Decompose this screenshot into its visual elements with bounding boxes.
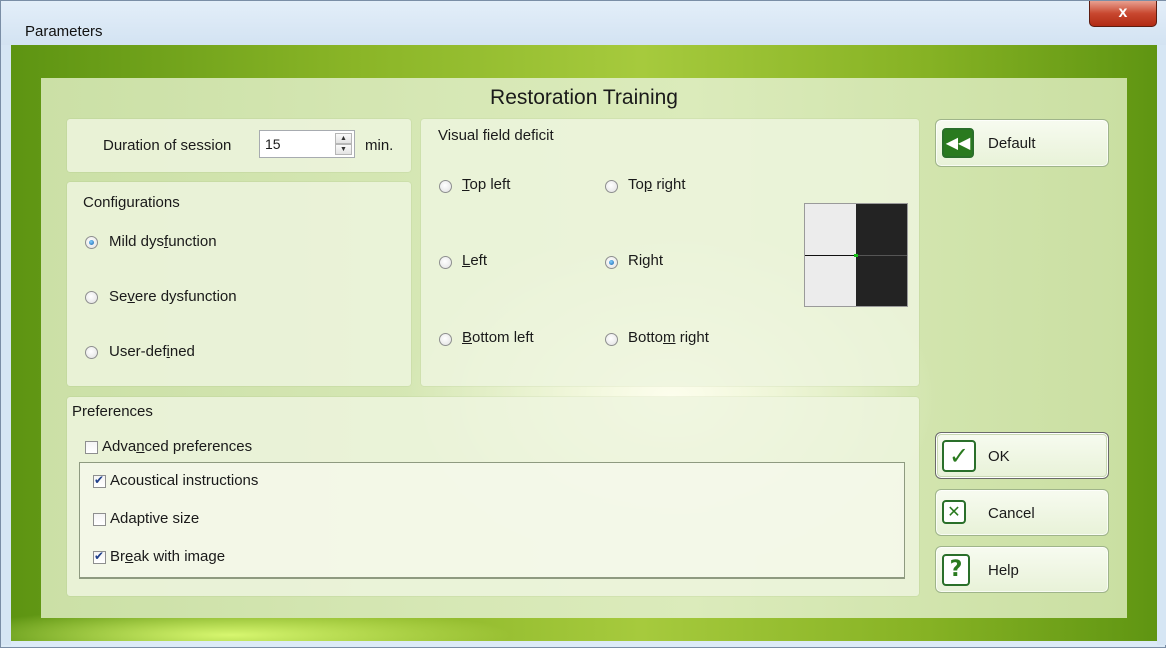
radio-button[interactable] — [605, 256, 618, 269]
close-button[interactable]: x — [1089, 1, 1157, 27]
radio-button[interactable] — [439, 256, 452, 269]
cancel-button-label: Cancel — [988, 505, 1035, 522]
vf-option-bottom-right[interactable]: Bottom right — [603, 328, 763, 350]
checkbox-label: Advanced preferences — [102, 438, 253, 455]
page-title: Restoration Training — [490, 86, 678, 109]
vf-option-label: Top right — [628, 176, 686, 193]
radio-button[interactable] — [85, 291, 98, 304]
chevron-up-icon: ▲ — [340, 135, 347, 142]
configurations-panel: Configurations Mild dysfunction Severe d… — [67, 182, 411, 386]
horizontal-meridian-line-right — [856, 255, 907, 256]
vf-option-right[interactable]: Right — [603, 251, 743, 273]
adaptive-size-option[interactable]: Adaptive size — [91, 510, 331, 530]
rewind-icon: ◀◀ — [942, 128, 974, 158]
duration-unit: min. — [365, 137, 394, 154]
vf-option-label: Right — [628, 252, 664, 269]
checkbox-label: Acoustical instructions — [110, 472, 259, 489]
vf-option-left[interactable]: Left — [437, 251, 577, 273]
configurations-title: Configurations — [83, 194, 180, 211]
default-button[interactable]: ◀◀ Default — [935, 119, 1109, 167]
vf-option-label: Top left — [462, 176, 511, 193]
cancel-button[interactable]: ✕ Cancel — [935, 489, 1109, 536]
radio-button[interactable] — [605, 333, 618, 346]
duration-label: Duration of session — [103, 137, 232, 154]
config-option-user-defined[interactable]: User-defined — [83, 342, 383, 364]
duration-panel: Duration of session 15 ▲ ▼ min. — [67, 119, 411, 172]
checkmark-icon: ✓ — [942, 440, 976, 472]
help-button-label: Help — [988, 562, 1019, 579]
content-area: Restoration Training Duration of session… — [41, 78, 1127, 618]
advanced-options-group: Acoustical instructions Adaptive size Br… — [79, 462, 905, 579]
spin-down-button[interactable]: ▼ — [335, 144, 352, 155]
default-button-label: Default — [988, 135, 1036, 152]
window-frame-right — [1157, 45, 1166, 645]
question-icon: ? — [942, 554, 970, 586]
close-icon: x — [1118, 4, 1128, 21]
help-button[interactable]: ? Help — [935, 546, 1109, 593]
preferences-panel: Preferences Advanced preferences Acousti… — [67, 397, 919, 596]
radio-button[interactable] — [85, 346, 98, 359]
window-frame-left — [1, 45, 11, 645]
fixation-point — [854, 254, 858, 257]
ok-button[interactable]: ✓ OK — [935, 432, 1109, 479]
checkbox[interactable] — [93, 549, 106, 564]
config-option-label: Mild dysfunction — [109, 233, 217, 250]
vf-option-top-left[interactable]: Top left — [437, 175, 577, 197]
vf-option-label: Bottom left — [462, 329, 534, 346]
vf-option-top-right[interactable]: Top right — [603, 175, 743, 197]
advanced-preferences-option[interactable]: Advanced preferences — [84, 438, 304, 458]
checkbox-label: Break with image — [110, 548, 226, 565]
chevron-down-icon: ▼ — [340, 146, 347, 153]
visual-field-panel: Visual field deficit Top left Top right … — [421, 119, 919, 386]
horizontal-meridian-line — [805, 255, 856, 256]
checkbox[interactable] — [85, 441, 98, 454]
config-option-mild[interactable]: Mild dysfunction — [83, 232, 383, 254]
radio-button[interactable] — [439, 333, 452, 346]
vf-option-label: Left — [462, 252, 488, 269]
config-option-label: User-defined — [109, 343, 195, 360]
checkbox[interactable] — [93, 513, 106, 526]
acoustical-instructions-option[interactable]: Acoustical instructions — [91, 472, 331, 492]
config-option-severe[interactable]: Severe dysfunction — [83, 287, 383, 309]
duration-input[interactable]: 15 — [265, 136, 281, 152]
preferences-title: Preferences — [72, 403, 153, 420]
x-icon: ✕ — [942, 500, 966, 524]
vf-option-bottom-left[interactable]: Bottom left — [437, 328, 577, 350]
radio-button[interactable] — [605, 180, 618, 193]
title-bar[interactable]: Parameters x — [1, 1, 1166, 45]
visual-field-title: Visual field deficit — [438, 127, 554, 144]
vf-option-label: Bottom right — [628, 329, 709, 346]
ok-button-label: OK — [988, 448, 1010, 465]
parameters-dialog: Parameters x Restoration Training Durati… — [0, 0, 1166, 648]
window-title: Parameters — [25, 23, 103, 40]
checkbox[interactable] — [93, 473, 106, 488]
checkbox-label: Adaptive size — [110, 510, 200, 527]
dialog-client-area: Restoration Training Duration of session… — [11, 45, 1157, 641]
spin-up-button[interactable]: ▲ — [335, 133, 352, 144]
break-with-image-option[interactable]: Break with image — [91, 548, 331, 568]
duration-spinbox[interactable]: 15 ▲ ▼ — [259, 130, 355, 158]
config-option-label: Severe dysfunction — [109, 288, 237, 305]
radio-button[interactable] — [439, 180, 452, 193]
radio-button[interactable] — [85, 236, 98, 249]
visual-field-preview — [804, 203, 908, 307]
